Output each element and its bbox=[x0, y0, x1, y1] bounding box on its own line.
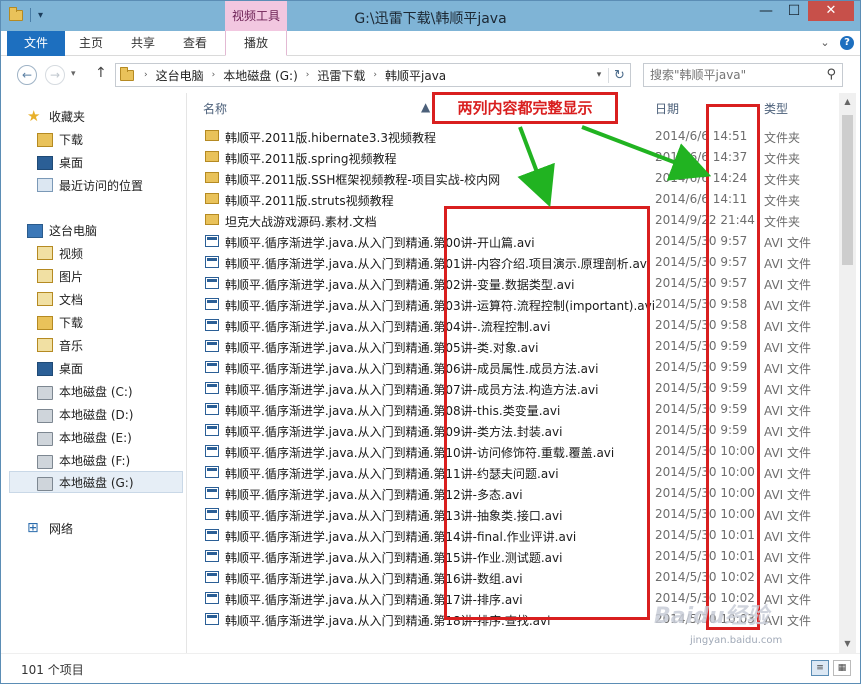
watermark-brand: Baidu经验 bbox=[654, 604, 769, 629]
watermark-url: jingyan.baidu.com bbox=[690, 635, 783, 646]
annotation-arrow-to-dates bbox=[581, 125, 712, 181]
annotation-arrows bbox=[517, 125, 712, 208]
annotation-arrow-to-names bbox=[517, 126, 555, 208]
